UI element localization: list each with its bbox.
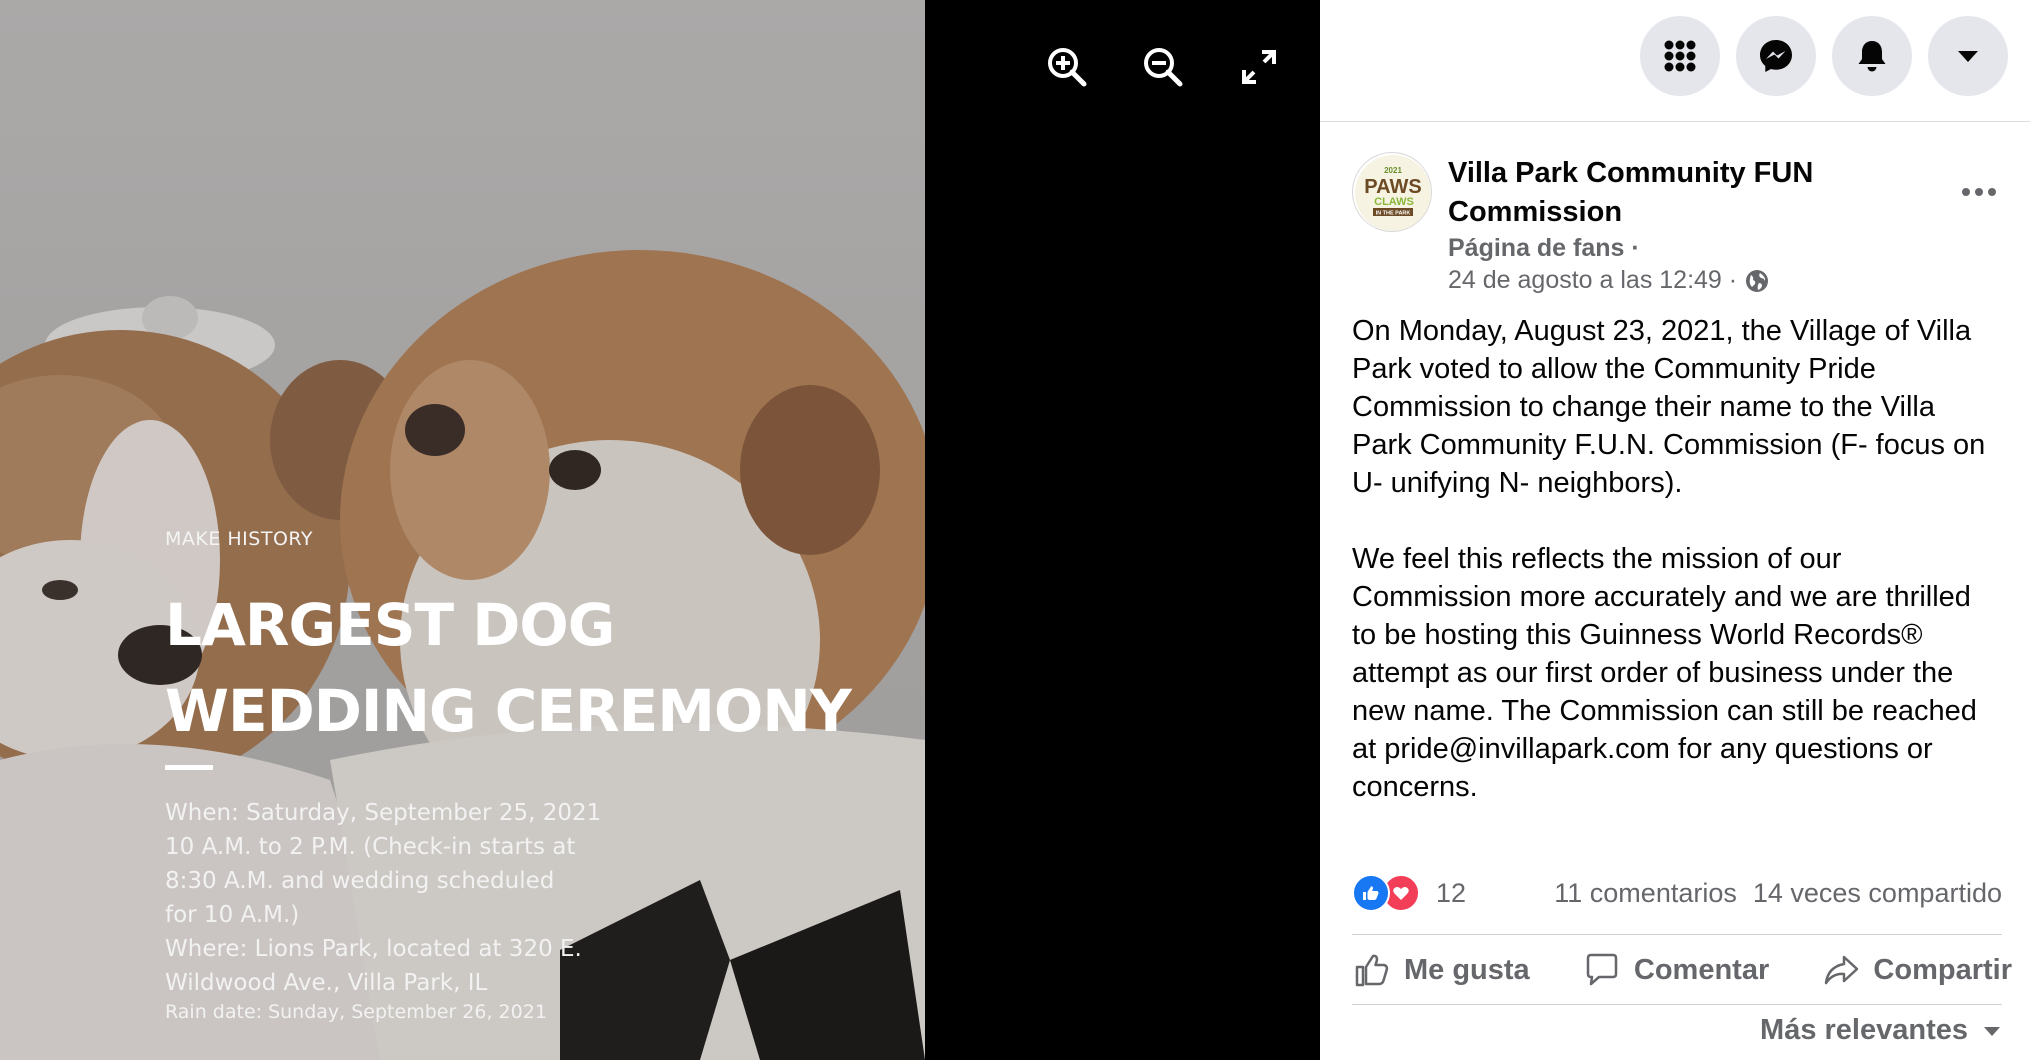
avatar-line1: PAWS [1364, 176, 1421, 198]
promo-detail-line: Wildwood Ave., Villa Park, IL [165, 970, 488, 996]
chevron-down-icon [1984, 1026, 2000, 1036]
like-reaction-icon [1352, 874, 1390, 912]
page-type-label: Página de fans · [1448, 234, 1640, 262]
avatar-line2: CLAWS [1374, 196, 1414, 208]
comment-label: Comentar [1633, 953, 1770, 986]
zoom-out-icon[interactable] [1140, 44, 1186, 90]
promo-title-line: LARGEST DOG [165, 591, 615, 659]
promo-title: LARGEST DOG WEDDING CEREMONY [165, 582, 905, 754]
account-caret-icon[interactable] [1928, 16, 2008, 96]
like-label: Me gusta [1404, 953, 1530, 986]
comments-count-link[interactable]: 11 comentarios [1554, 878, 1737, 909]
avatar-year: 2021 [1384, 166, 1402, 175]
promo-detail-line: 10 A.M. to 2 P.M. (Check-in starts at [165, 834, 576, 860]
avatar-line3: IN THE PARK [1376, 211, 1411, 217]
post-actions: Me gusta Comentar Compartir [1352, 940, 2012, 1000]
promo-divider [165, 765, 213, 770]
post-timestamp[interactable]: 24 de agosto a las 12:49 · [1448, 266, 1769, 295]
promo-detail-line: 8:30 A.M. and wedding scheduled [165, 868, 555, 894]
notifications-bell-icon[interactable] [1832, 16, 1912, 96]
promo-detail-line: Where: Lions Park, located at 320 E. [165, 936, 582, 962]
reactions-bar: 12 11 comentarios 14 veces compartido [1352, 872, 2002, 914]
promo-details: When: Saturday, September 25, 2021 10 A.… [165, 796, 625, 1000]
more-options-icon[interactable] [1956, 172, 2002, 212]
messenger-icon[interactable] [1736, 16, 1816, 96]
promo-title-line: WEDDING CEREMONY [165, 677, 852, 745]
shares-count-link[interactable]: 14 veces compartido [1753, 878, 2002, 909]
thumbs-up-icon [1355, 954, 1389, 987]
public-globe-icon [1746, 269, 1769, 292]
comment-bubble-icon [1586, 953, 1618, 986]
promo-detail-line: When: Saturday, September 25, 2021 [165, 800, 602, 826]
post-stats: 11 comentarios 14 veces compartido [1554, 878, 2002, 909]
fullscreen-icon[interactable] [1236, 44, 1282, 90]
share-button[interactable]: Compartir [1821, 950, 2012, 990]
like-button[interactable]: Me gusta [1352, 950, 1530, 990]
post-text: On Monday, August 23, 2021, the Village … [1352, 312, 2002, 844]
page-name[interactable]: Villa Park Community FUN Commission [1448, 154, 1918, 232]
post-paragraph: On Monday, August 23, 2021, the Village … [1352, 315, 1986, 499]
timestamp-text: 24 de agosto a las 12:49 · [1448, 266, 1738, 294]
promo-rain-date: Rain date: Sunday, September 26, 2021 [165, 1001, 547, 1023]
share-arrow-icon [1825, 955, 1859, 985]
photo-viewer: MAKE HISTORY LARGEST DOG WEDDING CEREMON… [0, 0, 1320, 1060]
reaction-icons[interactable] [1352, 874, 1420, 912]
event-photo: MAKE HISTORY LARGEST DOG WEDDING CEREMON… [0, 0, 925, 1060]
sort-label: Más relevantes [1760, 1014, 1968, 1046]
comment-button[interactable]: Comentar [1582, 950, 1769, 990]
zoom-in-icon[interactable] [1044, 44, 1090, 90]
share-label: Compartir [1873, 953, 2012, 986]
menu-grid-icon[interactable] [1640, 16, 1720, 96]
top-navigation [1320, 0, 2030, 122]
divider [1352, 1004, 2002, 1005]
reaction-count[interactable]: 12 [1436, 878, 1466, 909]
divider [1352, 934, 2002, 935]
post-panel: 2021 PAWS CLAWS IN THE PARK Villa Park C… [1320, 0, 2030, 1060]
promo-kicker: MAKE HISTORY [165, 528, 313, 550]
post-paragraph: We feel this reflects the mission of our… [1352, 543, 1977, 803]
comment-sort-dropdown[interactable]: Más relevantes [1760, 1014, 2002, 1047]
page-avatar[interactable]: 2021 PAWS CLAWS IN THE PARK [1352, 152, 1432, 232]
promo-detail-line: for 10 A.M.) [165, 902, 300, 928]
